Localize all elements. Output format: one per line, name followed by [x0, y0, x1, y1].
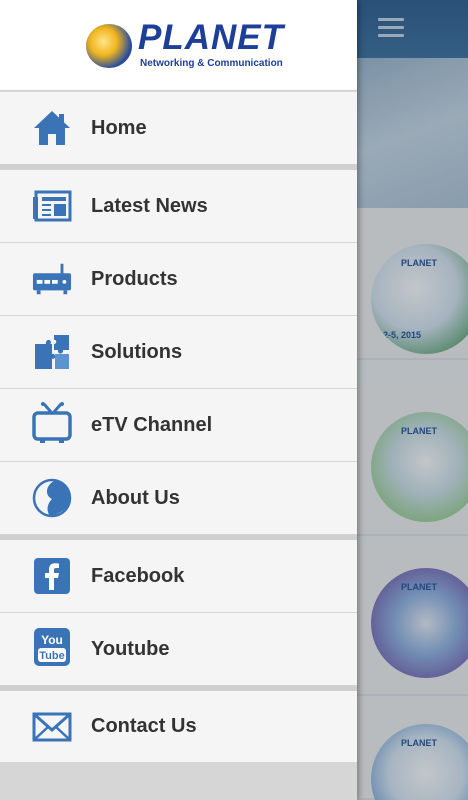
menu-item-label: Home — [91, 116, 147, 139]
menu-item-label: eTV Channel — [91, 413, 213, 436]
mail-icon — [32, 707, 72, 747]
menu-item-contact-us[interactable]: Contact Us — [0, 691, 357, 762]
menu-item-home[interactable]: Home — [0, 92, 357, 164]
menu-item-products[interactable]: Products — [0, 243, 357, 315]
menu-item-label: About Us — [91, 486, 180, 509]
logo-tagline: Networking & Communication — [140, 58, 283, 69]
facebook-icon — [32, 556, 72, 596]
router-icon — [32, 259, 72, 299]
youtube-icon: You Tube — [32, 627, 72, 667]
planet-logo-icon — [32, 478, 72, 518]
menu-item-label: Contact Us — [91, 715, 197, 737]
menu-item-solutions[interactable]: Solutions — [0, 316, 357, 388]
menu-item-facebook[interactable]: Facebook — [0, 540, 357, 612]
menu-item-latest-news[interactable]: Latest News — [0, 170, 357, 242]
menu-item-label: Latest News — [91, 194, 208, 217]
brand-logo: PLANET Networking & Communication — [0, 0, 357, 91]
svg-text:Tube: Tube — [39, 650, 64, 662]
logo-wordmark: PLANET — [138, 18, 284, 57]
drawer-footer — [0, 762, 357, 800]
navigation-drawer: PLANET Networking & Communication Home L… — [0, 0, 357, 800]
home-icon — [32, 108, 72, 148]
menu-item-label: Products — [91, 267, 178, 290]
menu-item-about-us[interactable]: About Us — [0, 462, 357, 534]
drawer-scrim[interactable] — [357, 0, 468, 800]
tv-icon — [32, 402, 72, 443]
menu-item-label: Youtube — [91, 637, 170, 660]
menu-item-label: Facebook — [91, 564, 185, 587]
puzzle-icon — [32, 332, 72, 372]
newspaper-icon — [32, 186, 72, 226]
menu-item-etv-channel[interactable]: eTV Channel — [0, 389, 357, 461]
planet-globe-icon — [86, 24, 132, 68]
svg-text:You: You — [41, 633, 63, 647]
menu-item-label: Solutions — [91, 340, 183, 363]
menu-item-youtube[interactable]: You Tube Youtube — [0, 613, 357, 685]
